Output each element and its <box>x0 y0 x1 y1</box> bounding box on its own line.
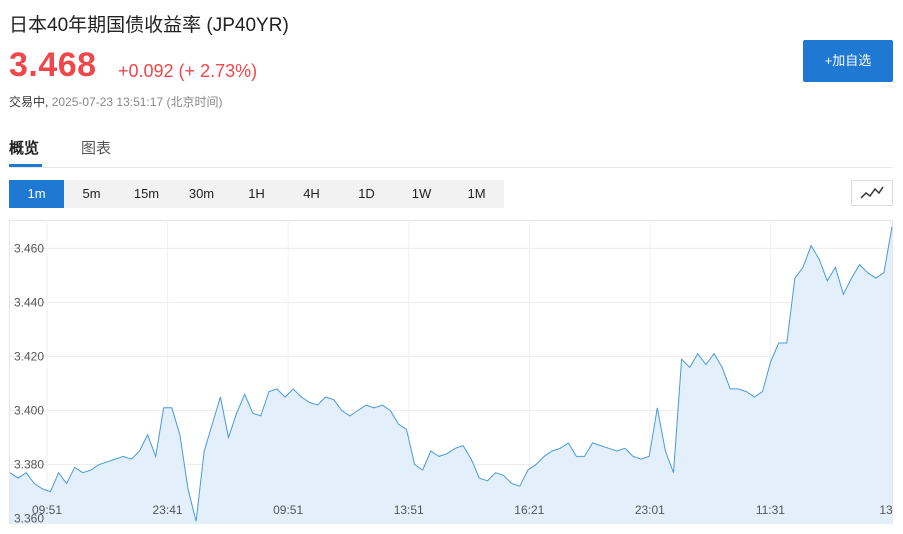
period-1w[interactable]: 1W <box>394 180 449 208</box>
period-4h[interactable]: 4H <box>284 180 339 208</box>
x-tick-label: 09:51 <box>273 503 303 517</box>
price-change: +0.092 (+ 2.73%) <box>118 61 258 81</box>
y-tick-label: 3.380 <box>14 458 44 472</box>
price-chart[interactable]: 3.3603.3803.4003.4203.4403.46009:51 23:41… <box>9 220 893 524</box>
y-tick-label: 3.440 <box>14 295 44 309</box>
add-to-watchlist-button[interactable]: +加自选 <box>803 40 893 82</box>
period-1m[interactable]: 1m <box>9 180 64 208</box>
x-tick-label: 09:51 <box>32 503 62 517</box>
x-tick-label: 23:41 <box>153 503 183 517</box>
x-tick-label: 13:51 <box>394 503 424 517</box>
x-tick-label: 16:21 <box>514 503 544 517</box>
period-selector: 1m 5m 15m 30m 1H 4H 1D 1W 1M <box>9 180 504 208</box>
status-label: 交易中, <box>9 95 49 109</box>
y-tick-label: 3.420 <box>14 349 44 363</box>
x-tick-label: 23:01 <box>635 503 665 517</box>
instrument-title: 日本40年期国债收益率 (JP40YR) <box>9 15 289 36</box>
line-chart-icon <box>860 186 884 199</box>
period-5m[interactable]: 5m <box>64 180 119 208</box>
current-price: 3.468 <box>9 46 97 84</box>
status-timestamp: 2025-07-23 13:51:17 (北京时间) <box>51 95 223 109</box>
chart-type-button[interactable] <box>851 180 893 206</box>
tab-overview[interactable]: 概览 <box>9 137 39 158</box>
period-1d[interactable]: 1D <box>339 180 394 208</box>
active-tab-indicator <box>9 164 42 167</box>
trading-status: 交易中, 2025-07-23 13:51:17 (北京时间) <box>9 93 222 110</box>
period-1mo[interactable]: 1M <box>449 180 504 208</box>
y-tick-label: 3.400 <box>14 404 44 418</box>
period-15m[interactable]: 15m <box>119 180 174 208</box>
period-1h[interactable]: 1H <box>229 180 284 208</box>
x-tick-label: 13:5 <box>879 503 893 517</box>
tab-bar: 概览 图表 <box>9 130 893 168</box>
x-tick-label: 11:31 <box>756 503 785 517</box>
period-30m[interactable]: 30m <box>174 180 229 208</box>
tab-chart[interactable]: 图表 <box>81 137 111 158</box>
y-tick-label: 3.460 <box>14 241 44 255</box>
